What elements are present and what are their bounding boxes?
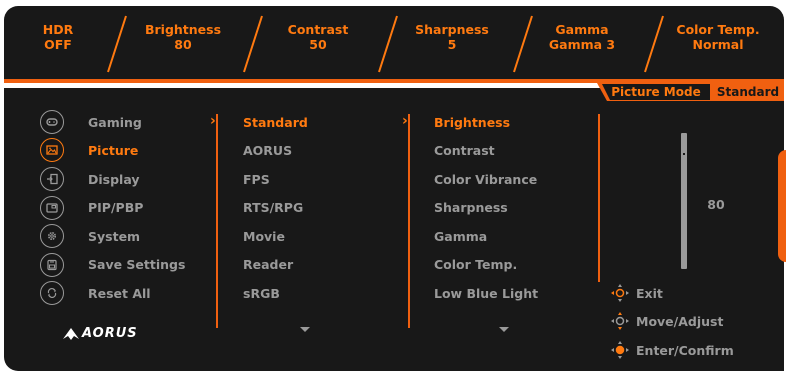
setting-item-sharpness[interactable]: Sharpness <box>434 201 508 215</box>
status-label: Brightness <box>144 22 222 37</box>
side-tab <box>778 150 786 262</box>
joystick-move-icon <box>611 312 629 330</box>
menu-item-pip-pbp[interactable]: PIP/PBP <box>88 201 143 215</box>
hint-enter-confirm: Enter/Confirm <box>636 343 734 358</box>
aorus-eagle-icon <box>63 328 79 340</box>
status-label: Sharpness <box>415 22 489 37</box>
setting-item-contrast[interactable]: Contrast <box>434 144 495 158</box>
picture-mode-value: Standard <box>716 85 780 99</box>
setting-item-low-blue-light[interactable]: Low Blue Light <box>434 287 538 301</box>
menu-item-reset-all[interactable]: Reset All <box>88 287 151 301</box>
status-separator <box>107 15 127 73</box>
mode-item-standard[interactable]: Standard <box>243 116 308 130</box>
status-label: Gamma <box>555 22 609 37</box>
status-value: OFF <box>44 37 72 52</box>
status-gamma: Gamma Gamma 3 <box>527 22 637 52</box>
scroll-down-icon[interactable] <box>499 327 509 332</box>
setting-item-brightness[interactable]: Brightness <box>434 116 510 130</box>
pip-icon <box>40 196 64 220</box>
status-label: Contrast <box>287 22 349 37</box>
chevron-right-icon: › <box>210 113 216 129</box>
reset-icon <box>40 281 64 305</box>
picture-mode-label: Picture Mode <box>611 85 701 99</box>
brightness-slider[interactable] <box>681 133 687 269</box>
status-value: Normal <box>692 37 744 52</box>
brand-logo: AORUS <box>82 326 138 341</box>
mode-item-aorus[interactable]: AORUS <box>243 144 292 158</box>
status-value: Gamma 3 <box>548 37 616 52</box>
status-value: 50 <box>309 37 327 52</box>
picture-icon <box>40 138 64 162</box>
mode-item-reader[interactable]: Reader <box>243 258 293 272</box>
mode-item-srgb[interactable]: sRGB <box>243 287 280 301</box>
mode-item-rts-rpg[interactable]: RTS/RPG <box>243 201 303 215</box>
column-divider <box>408 114 410 328</box>
column-divider <box>216 114 218 328</box>
hint-move-adjust: Move/Adjust <box>636 314 724 329</box>
menu-item-save-settings[interactable]: Save Settings <box>88 258 185 272</box>
mode-item-movie[interactable]: Movie <box>243 230 285 244</box>
setting-item-gamma[interactable]: Gamma <box>434 230 487 244</box>
setting-item-color-vibrance[interactable]: Color Vibrance <box>434 173 537 187</box>
menu-item-system[interactable]: System <box>88 230 140 244</box>
save-icon <box>40 253 64 277</box>
slider-handle-mark <box>683 153 685 155</box>
hint-exit: Exit <box>636 286 663 301</box>
osd-menu: HDR OFF Brightness 80 Contrast 50 Sharpn… <box>0 0 786 371</box>
status-color-temp: Color Temp. Normal <box>663 22 773 52</box>
setting-item-color-temp[interactable]: Color Temp. <box>434 258 517 272</box>
display-input-icon <box>40 167 64 191</box>
menu-item-display[interactable]: Display <box>88 173 140 187</box>
scroll-down-icon[interactable] <box>300 327 310 332</box>
menu-item-gaming[interactable]: Gaming <box>88 116 142 130</box>
joystick-enter-icon <box>611 341 629 359</box>
gear-icon <box>40 224 64 248</box>
column-divider <box>598 114 600 282</box>
status-value: 5 <box>447 37 457 52</box>
status-hdr: HDR OFF <box>3 22 113 52</box>
status-value: 80 <box>174 37 192 52</box>
status-brightness: Brightness 80 <box>128 22 238 52</box>
gamepad-icon <box>40 110 64 134</box>
mode-item-fps[interactable]: FPS <box>243 173 270 187</box>
menu-item-picture[interactable]: Picture <box>88 144 138 158</box>
status-label: Color Temp. <box>676 22 760 37</box>
chevron-right-icon: › <box>402 113 408 129</box>
header-divider <box>4 79 784 83</box>
status-sharpness: Sharpness 5 <box>397 22 507 52</box>
status-contrast: Contrast 50 <box>263 22 373 52</box>
joystick-exit-icon <box>611 284 629 302</box>
status-label: HDR <box>42 22 74 37</box>
slider-value: 80 <box>707 197 725 212</box>
